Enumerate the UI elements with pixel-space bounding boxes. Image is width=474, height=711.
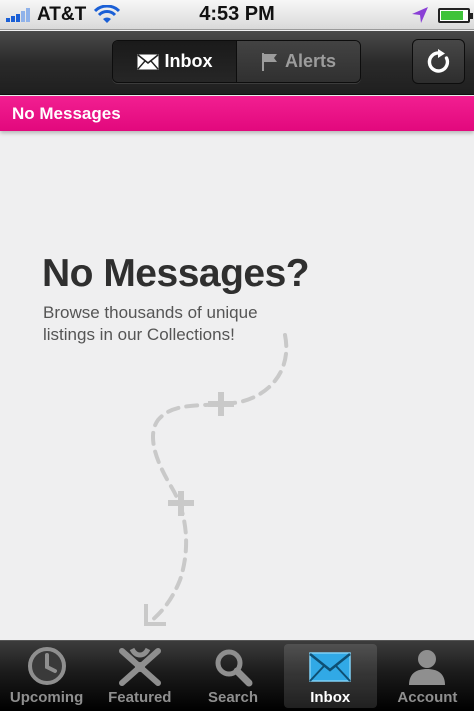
plus-marker-icon xyxy=(168,491,194,516)
segment-inbox-label: Inbox xyxy=(164,51,213,71)
dashed-path-arrow-illustration xyxy=(144,333,289,626)
clock-icon xyxy=(27,647,66,685)
status-time: 4:53 PM xyxy=(199,3,275,25)
tab-inbox[interactable]: Inbox xyxy=(283,644,377,708)
search-icon xyxy=(215,649,253,687)
tab-search-label: Search xyxy=(207,689,259,706)
status-right xyxy=(410,4,473,26)
refresh-button[interactable] xyxy=(412,39,465,84)
tab-bar: Upcoming Featured Search Inbox Account xyxy=(0,640,474,711)
battery-icon xyxy=(438,7,473,23)
status-bar: AT&T 4:53 PM xyxy=(0,0,474,30)
tab-search[interactable]: Search xyxy=(186,641,279,711)
tab-upcoming[interactable]: Upcoming xyxy=(0,641,93,711)
tab-account[interactable]: Account xyxy=(381,641,474,711)
tab-upcoming-label: Upcoming xyxy=(9,689,84,706)
flag-icon xyxy=(261,52,277,71)
refresh-icon xyxy=(427,48,449,73)
tab-featured[interactable]: Featured xyxy=(93,641,186,711)
person-icon xyxy=(409,650,446,685)
envelope-icon xyxy=(309,652,351,682)
nav-bar: Inbox Alerts xyxy=(0,31,474,95)
no-messages-banner: No Messages xyxy=(0,96,474,131)
tab-featured-label: Featured xyxy=(108,689,172,706)
segment-inbox[interactable]: Inbox xyxy=(113,41,237,82)
featured-icon xyxy=(118,647,161,686)
empty-state-title: No Messages? xyxy=(42,252,310,295)
plus-marker-icon xyxy=(208,392,234,416)
tab-account-label: Account xyxy=(397,689,458,706)
segment-alerts[interactable]: Alerts xyxy=(237,41,360,82)
envelope-icon xyxy=(136,53,159,69)
tab-inbox-label: Inbox xyxy=(310,689,351,706)
inbox-alerts-segmented-control: Inbox Alerts xyxy=(112,40,361,83)
location-arrow-icon xyxy=(412,7,428,23)
segment-alerts-label: Alerts xyxy=(284,51,337,71)
